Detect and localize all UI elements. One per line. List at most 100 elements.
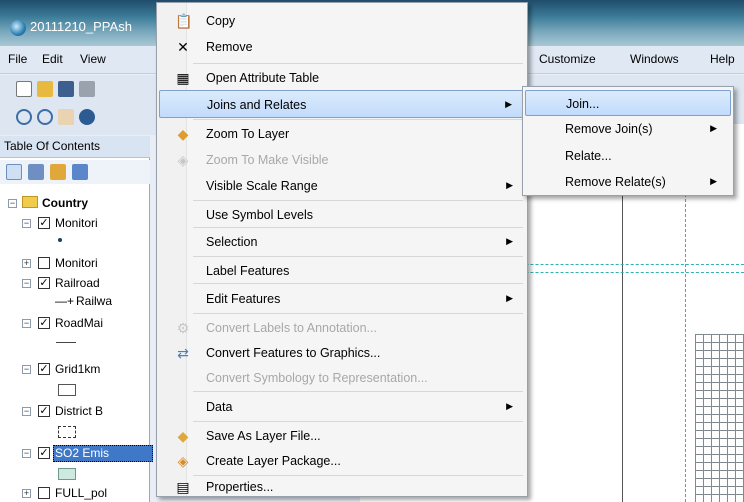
collapse-icon[interactable]: − <box>22 449 31 458</box>
list-by-source-icon[interactable] <box>28 164 44 180</box>
layer-visibility-checkbox[interactable] <box>38 257 50 269</box>
layer-visibility-checkbox[interactable]: ✓ <box>38 363 50 375</box>
toc-row-layer[interactable]: − ✓ RoadMai <box>0 314 150 334</box>
menu-item-selection[interactable]: Selection ▶ <box>159 228 525 256</box>
layer-group-icon <box>22 196 38 208</box>
layer-visibility-checkbox[interactable]: ✓ <box>38 217 50 229</box>
layer-name: Monitori <box>55 256 98 270</box>
submenu-arrow-icon: ▶ <box>710 176 717 186</box>
expand-icon[interactable]: + <box>22 259 31 268</box>
list-by-visibility-icon[interactable] <box>50 164 66 180</box>
submenu-item-join[interactable]: Join... <box>525 90 731 116</box>
menu-item-label-features[interactable]: Label Features <box>159 257 525 285</box>
collapse-icon[interactable]: − <box>22 279 31 288</box>
layer-name: FULL_pol <box>55 486 108 500</box>
collapse-icon[interactable]: − <box>22 219 31 228</box>
menu-item-remove[interactable]: ✕ Remove <box>159 33 525 61</box>
collapse-icon[interactable]: − <box>8 199 17 208</box>
layer-visibility-checkbox[interactable]: ✓ <box>38 277 50 289</box>
menu-item-convert-labels-to-annotation: ⚙ Convert Labels to Annotation... <box>176 320 377 336</box>
menu-item-copy[interactable]: 📋 Copy <box>159 7 525 35</box>
layer-name: District B <box>55 404 103 418</box>
menu-windows[interactable]: Windows <box>630 52 679 66</box>
point-symbol <box>58 238 62 242</box>
submenu-arrow-icon: ▶ <box>506 236 513 246</box>
full-extent-icon[interactable] <box>79 109 95 125</box>
legend-label: Railwa <box>76 294 113 308</box>
railway-symbol: —+ <box>55 294 75 308</box>
layer-visibility-checkbox[interactable]: ✓ <box>38 317 50 329</box>
polygon-symbol <box>58 384 76 396</box>
menu-item-convert-features-to-graphics[interactable]: ⇄ Convert Features to Graphics... <box>159 339 525 367</box>
layer-name: Grid1km <box>55 362 101 376</box>
menu-customize[interactable]: Customize <box>539 52 596 66</box>
table-of-contents: Table Of Contents − Country − ✓ Monitori… <box>0 136 153 502</box>
arcmap-window: 20111210_PPAsh File Edit View Customize … <box>0 0 744 502</box>
properties-icon: ▤ <box>176 479 190 495</box>
toc-row-layer[interactable]: − ✓ Railroad <box>0 274 150 294</box>
layer-visibility-checkbox[interactable]: ✓ <box>38 447 50 459</box>
menu-view[interactable]: View <box>80 52 106 66</box>
print-icon[interactable] <box>79 81 95 97</box>
copy-icon: 📋 <box>175 13 193 29</box>
menu-item-edit-features[interactable]: Edit Features ▶ <box>159 285 525 313</box>
zoom-layer-icon: ◆ <box>177 126 189 142</box>
toc-row-layer[interactable]: − ✓ Grid1km <box>0 360 150 380</box>
pan-icon[interactable] <box>58 109 74 125</box>
menu-item-zoom-to-make-visible: ◈ Zoom To Make Visible <box>159 146 525 174</box>
submenu-item-remove-relates[interactable]: Remove Relate(s) ▶ <box>525 169 731 195</box>
submenu-arrow-icon: ▶ <box>506 293 513 303</box>
menu-item-use-symbol-levels[interactable]: Use Symbol Levels <box>159 201 525 229</box>
toc-row-layer[interactable]: + Monitori <box>0 254 150 274</box>
menu-edit[interactable]: Edit <box>42 52 63 66</box>
zoom-out-icon[interactable] <box>37 109 53 125</box>
expand-icon[interactable]: + <box>22 489 31 498</box>
layer-name: Railroad <box>55 276 100 290</box>
menu-item-zoom-to-layer[interactable]: ◆ Zoom To Layer <box>159 120 525 148</box>
submenu-arrow-icon: ▶ <box>506 401 513 411</box>
save-icon[interactable] <box>58 81 74 97</box>
menu-item-save-as-layer-file[interactable]: ◆ Save As Layer File... <box>159 422 525 450</box>
collapse-icon[interactable]: − <box>22 319 31 328</box>
zoom-in-icon[interactable] <box>16 109 32 125</box>
toc-row-layer[interactable]: − ✓ Monitori <box>0 214 150 234</box>
collapse-icon[interactable]: − <box>22 407 31 416</box>
toc-legend-row: —+ Railwa <box>0 292 150 312</box>
layer-package-icon: ◈ <box>177 453 189 469</box>
convert-labels-icon: ⚙ <box>176 320 190 336</box>
toc-row-layer[interactable]: + FULL_pol <box>0 484 150 502</box>
polygon-symbol <box>58 426 76 438</box>
list-by-drawing-order-icon[interactable] <box>6 164 22 180</box>
toc-row-layer-selected[interactable]: − ✓ SO2 Emis <box>0 444 153 464</box>
menu-item-data[interactable]: Data ▶ <box>159 393 525 421</box>
layer-context-menu: 📋 Copy ✕ Remove ▦ Open Attribute Table J… <box>156 2 528 497</box>
layer-name: Country <box>42 196 88 210</box>
layer-visibility-checkbox[interactable]: ✓ <box>38 405 50 417</box>
window-title: 20111210_PPAsh <box>30 19 132 34</box>
toc-toolbar <box>0 160 150 184</box>
menu-item-open-attribute-table[interactable]: ▦ Open Attribute Table <box>159 64 525 92</box>
list-by-selection-icon[interactable] <box>72 164 88 180</box>
toc-row-country[interactable]: − Country <box>0 194 150 214</box>
menu-item-visible-scale-range[interactable]: Visible Scale Range ▶ <box>159 172 525 200</box>
menu-separator <box>193 391 523 392</box>
open-folder-icon[interactable] <box>37 81 53 97</box>
menu-file[interactable]: File <box>8 52 27 66</box>
submenu-arrow-icon: ▶ <box>710 123 717 133</box>
menu-help[interactable]: Help <box>710 52 735 66</box>
menu-item-joins-and-relates[interactable]: Joins and Relates ▶ <box>159 90 525 118</box>
submenu-arrow-icon: ▶ <box>506 180 513 190</box>
table-icon: ▦ <box>176 70 190 86</box>
toc-row-layer[interactable]: − ✓ District B <box>0 402 150 422</box>
submenu-item-relate[interactable]: Relate... <box>525 143 731 169</box>
layer-visibility-checkbox[interactable] <box>38 487 50 499</box>
polygon-symbol <box>58 468 76 480</box>
arcmap-globe-icon <box>10 20 26 36</box>
collapse-icon[interactable]: − <box>22 365 31 374</box>
menu-item-properties[interactable]: ▤ Properties... <box>159 473 525 501</box>
convert-graphics-icon: ⇄ <box>177 345 189 361</box>
new-document-icon[interactable] <box>16 81 32 97</box>
submenu-item-remove-joins[interactable]: Remove Join(s) ▶ <box>525 116 731 142</box>
menu-item-create-layer-package[interactable]: ◈ Create Layer Package... <box>159 447 525 475</box>
line-symbol <box>56 342 76 343</box>
